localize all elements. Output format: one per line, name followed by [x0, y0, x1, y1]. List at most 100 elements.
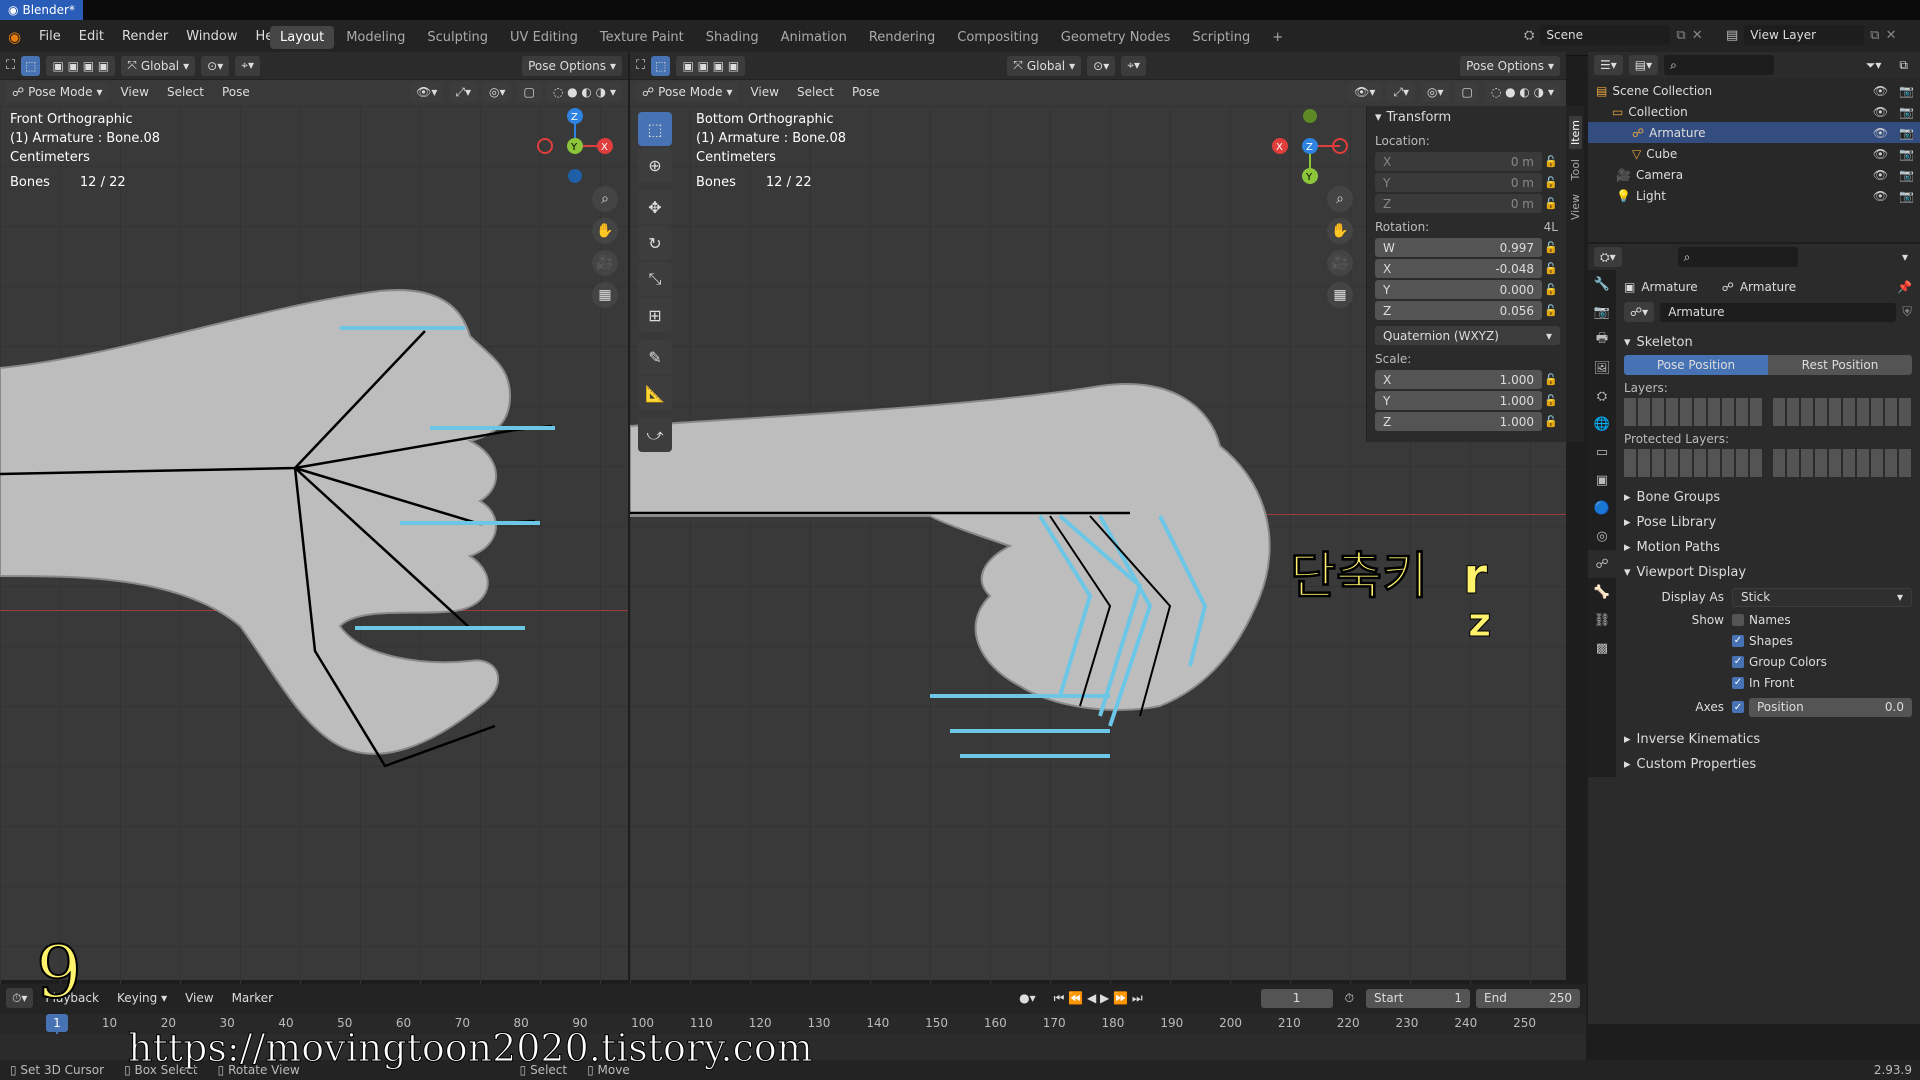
pose-tool-icon[interactable]: ⤻ [638, 418, 672, 452]
lock-icon[interactable]: 🔓 [1542, 241, 1560, 254]
left-3d-view[interactable]: Front Orthographic (1) Armature : Bone.0… [0, 106, 628, 1032]
workspace-tab-compositing[interactable]: Compositing [947, 26, 1049, 49]
menu-item-render[interactable]: Render [113, 27, 177, 46]
camera-icon[interactable]: 🎥 [592, 250, 618, 276]
lock-icon[interactable]: 🔓 [1542, 304, 1560, 317]
outliner-item-collection[interactable]: ▭ Collection 👁 📷 [1588, 101, 1920, 122]
axes-position-field[interactable]: Position 0.0 [1749, 697, 1912, 717]
render-camera-icon[interactable]: 📷 [1899, 105, 1914, 119]
menu-item-window[interactable]: Window [177, 27, 246, 46]
menu-pose[interactable]: Pose [216, 85, 256, 99]
skeleton-section[interactable]: ▾ Skeleton [1616, 330, 1920, 355]
protected-layer-grid[interactable] [1624, 449, 1912, 477]
eye-icon[interactable]: 👁 [1873, 147, 1888, 161]
outliner-item-armature[interactable]: ☍ Armature 👁 📷 [1588, 122, 1920, 143]
show-in-front-checkbox[interactable]: ✓ [1732, 676, 1744, 689]
transform-orientation[interactable]: ⤧ Global ▾ [1007, 55, 1082, 76]
transform-orientation[interactable]: ⤧ Global ▾ [121, 55, 196, 76]
collection-tab-icon[interactable]: ▭ [1588, 438, 1616, 466]
grid-view-icon[interactable]: ▦ [592, 282, 618, 308]
rotate-icon[interactable]: ↻ [638, 226, 672, 260]
render-camera-icon[interactable]: 📷 [1899, 189, 1914, 203]
eye-icon[interactable]: 👁 [1873, 189, 1888, 203]
pose-position-button[interactable]: Pose Position [1624, 355, 1768, 375]
close-layer-icon[interactable]: ✕ [1886, 28, 1897, 43]
editor-type-icon[interactable]: ⛶ [636, 58, 645, 73]
workspace-tab-sculpting[interactable]: Sculpting [417, 26, 498, 49]
menu-select[interactable]: Select [161, 85, 210, 99]
right-nav-gizmo[interactable]: Y X Z [1270, 106, 1350, 186]
snap-icon[interactable]: ⌖▾ [235, 55, 261, 76]
motion-paths-section[interactable]: ▸ Motion Paths [1616, 535, 1920, 560]
visibility-icon[interactable]: 👁▾ [410, 82, 444, 102]
inverse-kinematics-section[interactable]: ▸ Inverse Kinematics [1616, 727, 1920, 752]
eye-icon[interactable]: 👁 [1873, 168, 1888, 182]
view-layer-selector[interactable]: ▤ View Layer ⧉ ✕ [1726, 25, 1897, 45]
lock-icon[interactable]: 🔓 [1542, 197, 1560, 210]
filter-icon[interactable]: ⏷▾ [1860, 58, 1888, 73]
rotation-field-z[interactable]: Z 0.056 [1375, 301, 1542, 320]
transform-icon[interactable]: ⊞ [638, 298, 672, 332]
menu-marker[interactable]: Marker [226, 991, 279, 1005]
tab-tool[interactable]: Tool [1569, 155, 1582, 184]
camera-icon[interactable]: 🎥 [1327, 250, 1353, 276]
display-as-dropdown[interactable]: Stick ▾ [1732, 587, 1912, 607]
menu-view[interactable]: View [114, 85, 154, 99]
mode-selector[interactable]: ☍ Pose Mode ▾ [636, 82, 739, 102]
eye-icon[interactable]: 👁 [1873, 126, 1888, 140]
workspace-tab-layout[interactable]: Layout [270, 26, 335, 49]
rotation-field-y[interactable]: Y 0.000 [1375, 280, 1542, 299]
display-mode-icon[interactable]: ▤▾ [1628, 55, 1659, 75]
rotation-field-x[interactable]: X -0.048 [1375, 259, 1542, 278]
lock-icon[interactable]: 🔓 [1542, 155, 1560, 168]
scale-field-y[interactable]: Y 1.000 [1375, 391, 1542, 410]
location-field-x[interactable]: X0 m [1375, 152, 1542, 171]
show-group-colors-checkbox[interactable]: ✓ [1732, 655, 1744, 668]
close-scene-icon[interactable]: ✕ [1692, 28, 1703, 43]
layer-grid[interactable] [1624, 398, 1912, 426]
armature-name-field[interactable]: Armature [1660, 302, 1897, 322]
menu-view[interactable]: View [744, 85, 784, 99]
outliner-item-cube[interactable]: ▽ Cube 👁 📷 [1588, 143, 1920, 164]
workspace-tab-modeling[interactable]: Modeling [336, 26, 415, 49]
lock-icon[interactable]: 🔓 [1542, 176, 1560, 189]
shading-buttons[interactable]: ◌ ● ◐ ◑ ▾ [546, 82, 622, 102]
menu-select[interactable]: Select [791, 85, 840, 99]
show-shapes-checkbox[interactable]: ✓ [1732, 634, 1744, 647]
select-tool-icon[interactable]: ⬚ [651, 55, 671, 76]
left-nav-gizmo[interactable]: Z X Y [535, 106, 615, 186]
workspace-tab-rendering[interactable]: Rendering [859, 26, 945, 49]
outliner-item-camera[interactable]: 🎥 Camera 👁 📷 [1588, 164, 1920, 185]
transform-header[interactable]: ▾ Transform [1367, 106, 1566, 128]
gizmo-icon[interactable]: ⤢▾ [449, 82, 477, 102]
world-tab-icon[interactable]: 🌐 [1588, 410, 1616, 438]
bone-groups-section[interactable]: ▸ Bone Groups [1616, 485, 1920, 510]
end-frame-field[interactable]: End 250 [1476, 988, 1580, 1008]
bone-constraint-tab-icon[interactable]: ⛓ [1588, 606, 1616, 634]
texture-tab-icon[interactable]: ▩ [1588, 634, 1616, 662]
pivot-icon[interactable]: ⊙▾ [1087, 55, 1116, 76]
pan-hand-icon[interactable]: ✋ [1327, 218, 1353, 244]
gizmo-icon[interactable]: ⤢▾ [1387, 82, 1415, 102]
record-icon[interactable]: ●▾ [1013, 991, 1042, 1005]
shading-buttons[interactable]: ◌ ● ◐ ◑ ▾ [1484, 82, 1560, 102]
grid-view-icon[interactable]: ▦ [1327, 282, 1353, 308]
eye-icon[interactable]: 👁 [1873, 84, 1888, 98]
pan-hand-icon[interactable]: ✋ [592, 218, 618, 244]
pose-options[interactable]: Pose Options ▾ [522, 55, 622, 76]
pose-options[interactable]: Pose Options ▾ [1460, 55, 1560, 76]
pivot-icon[interactable]: ⊙▾ [201, 55, 230, 76]
scale-icon[interactable]: ⤡ [638, 262, 672, 296]
lock-icon[interactable]: 🔓 [1542, 283, 1560, 296]
tab-item[interactable]: Item [1568, 116, 1582, 150]
measure-icon[interactable]: 📐 [638, 376, 672, 410]
mode-selector[interactable]: ☍ Pose Mode ▾ [6, 82, 109, 102]
editor-type-icon[interactable]: ⛶ [6, 58, 15, 73]
rotation-field-w[interactable]: W 0.997 [1375, 238, 1542, 257]
annotate-icon[interactable]: ✎ [638, 340, 672, 374]
lock-icon[interactable]: 🔓 [1542, 415, 1560, 428]
properties-search-input[interactable]: ⌕ [1677, 247, 1798, 267]
output-tab-icon[interactable]: 🖶 [1588, 326, 1616, 354]
move-icon[interactable]: ✥ [638, 190, 672, 224]
armature-data-tab-icon[interactable]: ☍ [1588, 550, 1616, 578]
